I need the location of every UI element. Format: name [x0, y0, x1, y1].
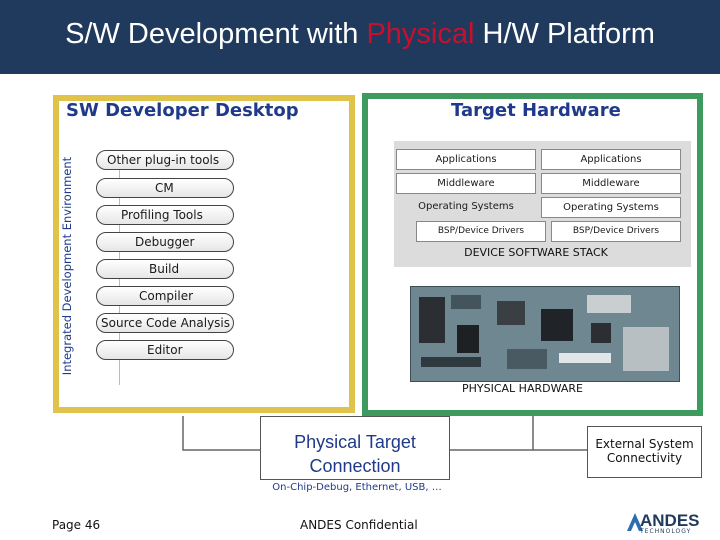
logo-subtext: TECHNOLOGY: [640, 528, 692, 535]
confidential-label: ANDES Confidential: [300, 518, 418, 532]
line-hw-to-connection: [450, 416, 534, 451]
external-connectivity-label: External System Connectivity: [595, 437, 694, 465]
physical-connection-title: Physical Target Connection: [294, 432, 416, 476]
page-number: Page 46: [52, 518, 101, 532]
physical-connection-subtitle: On-Chip-Debug, Ethernet, USB, …: [272, 482, 442, 493]
line-sw-to-connection: [182, 416, 260, 451]
